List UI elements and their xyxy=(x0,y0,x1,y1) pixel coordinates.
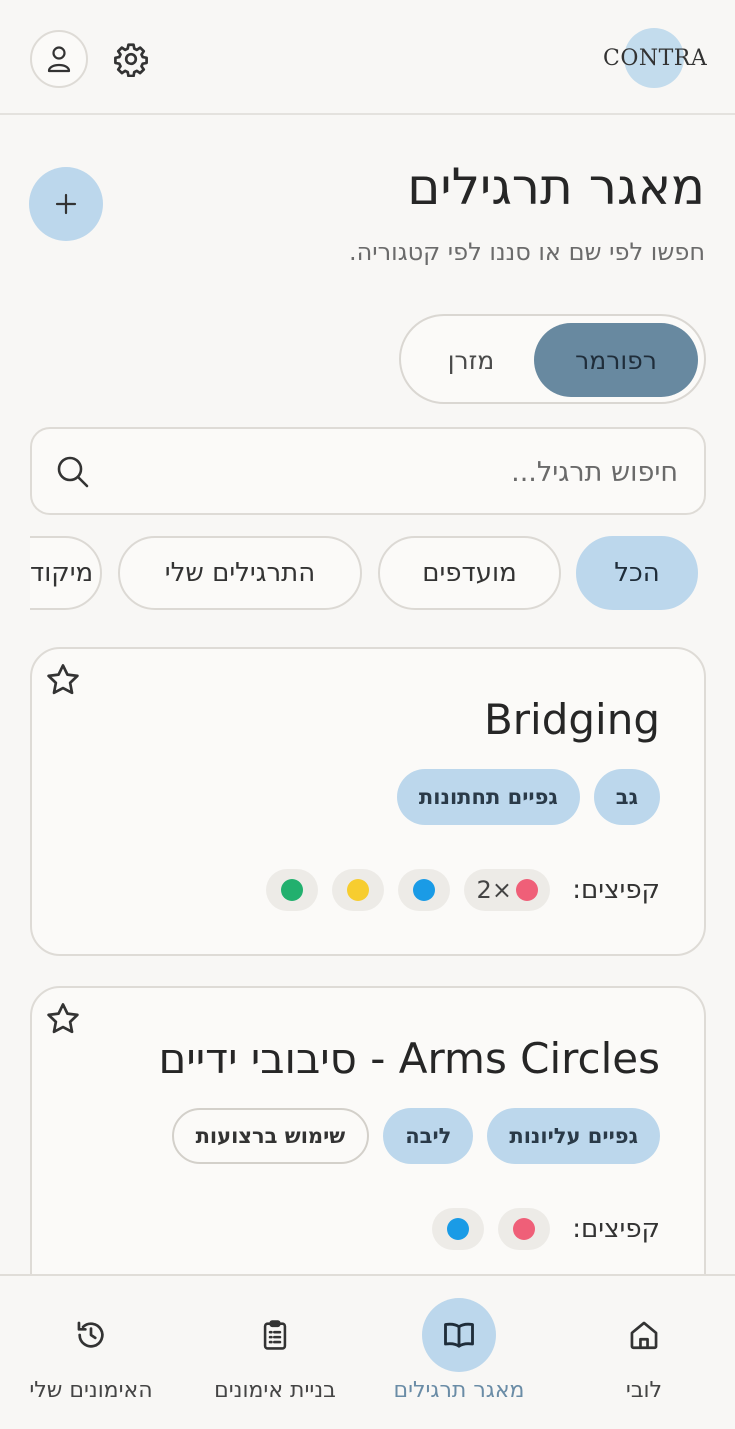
add-exercise-button[interactable] xyxy=(29,167,103,241)
nav-my-workouts[interactable]: האימונים שלי xyxy=(16,1276,166,1429)
chip-focus[interactable]: מיקוד xyxy=(30,536,102,610)
nav-exercise-library[interactable]: מאגר תרגילים xyxy=(379,1276,539,1429)
equipment-toggle: רפורמר מזרן xyxy=(399,314,706,404)
profile-button[interactable] xyxy=(30,30,88,88)
page-subtitle: חפשו לפי שם או סננו לפי קטגוריה. xyxy=(348,238,705,266)
nav-icon-wrap xyxy=(607,1298,681,1372)
chip-favorites[interactable]: מועדפים xyxy=(378,536,561,610)
spring-dot xyxy=(515,879,538,901)
star-icon[interactable] xyxy=(44,661,82,699)
nav-workout-builder[interactable]: בניית אימונים xyxy=(200,1276,350,1429)
search-icon[interactable] xyxy=(54,453,92,491)
nav-label: לובי xyxy=(625,1378,663,1403)
tag: גפיים עליונות xyxy=(487,1108,660,1164)
nav-icon-wrap xyxy=(54,1298,128,1372)
spring-blue xyxy=(398,869,451,911)
spring-dot xyxy=(513,1218,536,1240)
springs-label: קפיצים: xyxy=(572,875,660,905)
history-icon xyxy=(77,1321,104,1348)
clipboard-icon xyxy=(263,1320,287,1350)
chip-my-exercises[interactable]: התרגילים שלי xyxy=(118,536,362,610)
star-icon[interactable] xyxy=(44,1000,82,1038)
segment-mat[interactable]: מזרן xyxy=(411,323,531,397)
springs-label: קפיצים: xyxy=(572,1214,660,1244)
home-icon xyxy=(630,1321,658,1350)
logo-text: CONTRA xyxy=(603,46,708,71)
nav-icon-wrap xyxy=(238,1298,312,1372)
app-logo: CONTRA xyxy=(603,26,707,90)
filter-chips: הכל מועדפים התרגילים שלי מיקוד xyxy=(30,536,735,612)
chip-focus-label: מיקוד xyxy=(30,558,94,588)
spring-dot xyxy=(447,1218,470,1240)
tag: ליבה xyxy=(383,1108,474,1164)
bottom-nav: לובי מאגר תרגילים בניית אימונים האימונים… xyxy=(0,1274,735,1429)
tag: גפיים תחתונות xyxy=(396,769,580,825)
tag: גב xyxy=(593,769,660,825)
exercise-title: Bridging xyxy=(483,695,660,744)
exercise-card[interactable]: Arms Circles - סיבובי ידיים גפיים עליונו… xyxy=(30,986,706,1306)
spring-dot xyxy=(347,879,370,901)
tag: שימוש ברצועות xyxy=(171,1108,370,1164)
user-icon xyxy=(47,46,71,73)
springs-row: קפיצים: 2× xyxy=(266,867,660,913)
plus-icon xyxy=(55,193,77,215)
page-title: מאגר תרגילים xyxy=(407,158,705,216)
nav-lobby[interactable]: לובי xyxy=(584,1276,704,1429)
search-input[interactable] xyxy=(112,445,678,499)
gear-icon xyxy=(114,43,148,77)
exercise-tags: גב גפיים תחתונות xyxy=(396,769,660,825)
spring-red: 2× xyxy=(464,869,551,911)
spring-yellow xyxy=(332,869,385,911)
spring-dot xyxy=(281,879,304,901)
exercise-card[interactable]: Bridging גב גפיים תחתונות קפיצים: 2× xyxy=(30,647,706,956)
spring-red xyxy=(498,1208,551,1250)
exercise-tags: גפיים עליונות ליבה שימוש ברצועות xyxy=(171,1108,660,1164)
segment-reformer[interactable]: רפורמר xyxy=(534,323,698,397)
exercise-title: Arms Circles - סיבובי ידיים xyxy=(158,1034,660,1083)
settings-button[interactable] xyxy=(110,38,152,80)
spring-dot xyxy=(413,879,436,901)
springs-row: קפיצים: xyxy=(432,1206,660,1252)
app-header: CONTRA xyxy=(0,0,735,115)
search-box xyxy=(30,427,706,515)
chip-all[interactable]: הכל xyxy=(576,536,698,610)
spring-blue xyxy=(432,1208,485,1250)
spring-count: 2× xyxy=(476,876,512,904)
book-icon xyxy=(444,1322,474,1348)
nav-icon-wrap xyxy=(422,1298,496,1372)
nav-label: בניית אימונים xyxy=(214,1378,336,1403)
spring-green xyxy=(266,869,319,911)
nav-label: האימונים שלי xyxy=(29,1378,153,1403)
nav-label: מאגר תרגילים xyxy=(393,1378,525,1403)
